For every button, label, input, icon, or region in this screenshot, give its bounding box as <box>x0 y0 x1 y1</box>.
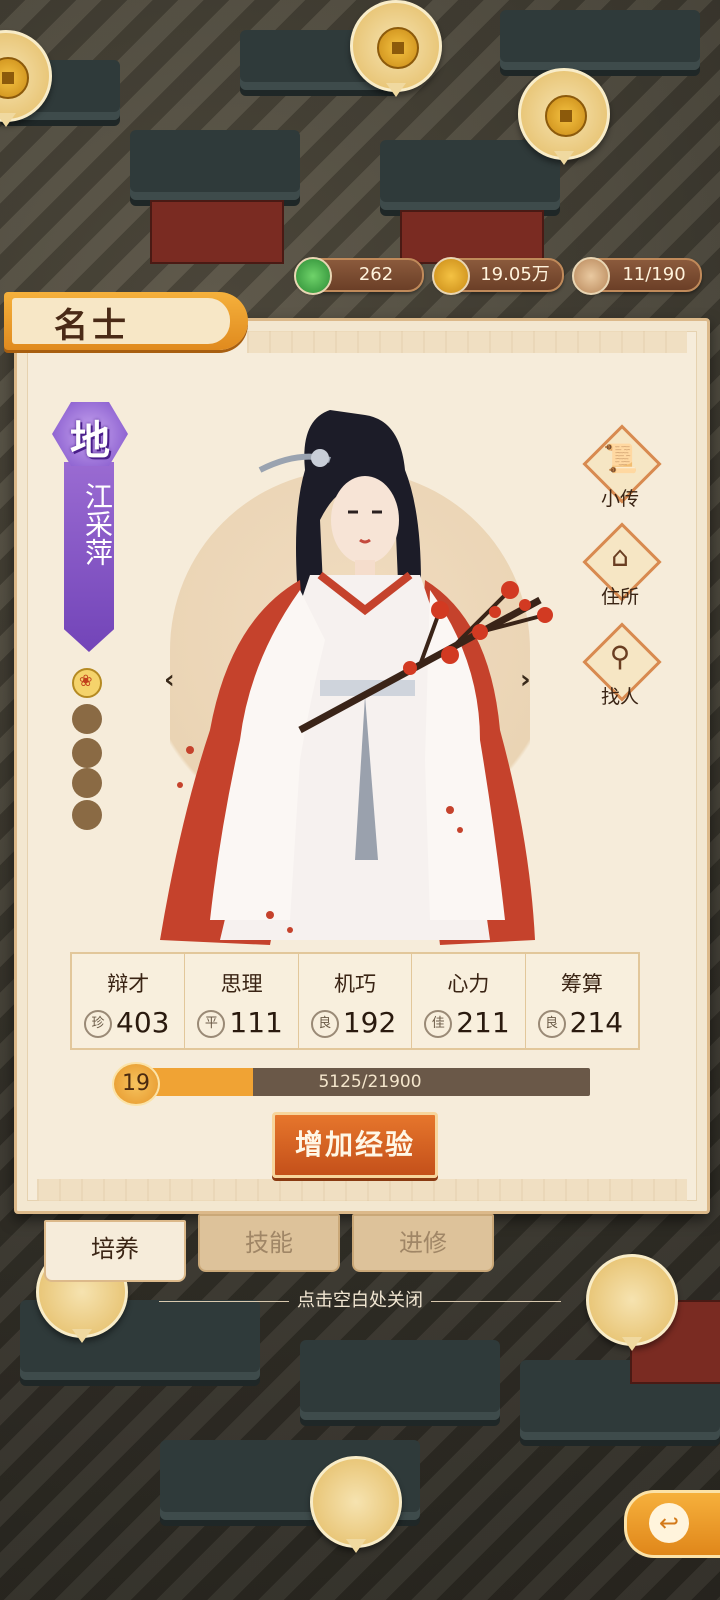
level-badge: 19 <box>112 1062 160 1106</box>
grade-badge: 良 <box>537 1010 566 1038</box>
coin-value: 19.05万 <box>480 264 550 285</box>
grade-badge: 珍 <box>84 1010 112 1038</box>
find-person-button[interactable]: ⚲ 找人 <box>582 622 662 708</box>
villager-icon <box>572 257 610 295</box>
stat-willpower: 心力 佳 211 <box>412 954 526 1048</box>
star-dot <box>72 768 102 798</box>
population-counter[interactable]: 11/190 <box>572 257 702 295</box>
star-dot-filled <box>72 668 102 698</box>
tab-train[interactable]: 培养 <box>44 1220 186 1282</box>
scroll-icon: 📜 <box>603 442 638 475</box>
stat-ingenuity: 机巧 良 192 <box>299 954 413 1048</box>
add-exp-button[interactable]: 增加经验 <box>272 1112 438 1178</box>
star-dot <box>72 704 102 734</box>
grade-badge: 良 <box>310 1010 339 1038</box>
residence-button[interactable]: ⌂ 住所 <box>582 522 662 608</box>
back-button[interactable]: ↩ <box>624 1490 720 1558</box>
tab-skills[interactable]: 技能 <box>198 1214 340 1272</box>
character-name: 江采萍 <box>81 482 114 566</box>
biography-button[interactable]: 📜 小传 <box>582 424 662 510</box>
coin-counter[interactable]: 19.05万 <box>432 257 564 295</box>
grade-badge: 平 <box>197 1010 226 1038</box>
character-portrait <box>160 410 553 945</box>
panel-title: 名士 <box>54 306 130 346</box>
exp-bar: 5125/21900 <box>150 1068 590 1096</box>
jade-counter[interactable]: 262 <box>294 257 424 295</box>
next-arrow-icon[interactable]: › <box>520 665 531 695</box>
exp-text: 5125/21900 <box>318 1072 422 1092</box>
coin-bubble[interactable] <box>350 0 442 97</box>
prev-arrow-icon[interactable]: ‹ <box>164 665 175 695</box>
grade-badge: 佳 <box>424 1010 453 1038</box>
stat-reasoning: 思理 平 111 <box>185 954 299 1048</box>
residence-label: 住所 <box>600 586 639 608</box>
stat-eloquence: 辩才 珍 403 <box>72 954 186 1048</box>
search-person-icon: ⚲ <box>609 640 631 673</box>
stats-table: 辩才 珍 403 思理 平 111 机巧 良 192 心力 佳 211 筹算 良… <box>70 952 640 1050</box>
jade-value: 262 <box>358 264 394 285</box>
tab-study[interactable]: 进修 <box>352 1214 494 1272</box>
back-arrow-icon: ↩ <box>649 1503 689 1543</box>
iron-bubble[interactable] <box>310 1456 402 1553</box>
jade-icon <box>294 257 332 295</box>
star-dot <box>72 738 102 768</box>
population-value: 11/190 <box>622 264 686 285</box>
stat-calculation: 筹算 良 214 <box>526 954 638 1048</box>
close-hint[interactable]: 点击空白处关闭 <box>0 1286 720 1312</box>
find-person-label: 找人 <box>600 686 639 708</box>
coin-icon <box>432 257 470 295</box>
panel-title-tab: 名士 <box>4 292 248 350</box>
name-ribbon: 江采萍 <box>64 462 114 652</box>
house-icon: ⌂ <box>611 540 629 573</box>
coin-bubble[interactable] <box>518 68 610 165</box>
star-dot <box>72 800 102 830</box>
biography-label: 小传 <box>600 488 639 510</box>
